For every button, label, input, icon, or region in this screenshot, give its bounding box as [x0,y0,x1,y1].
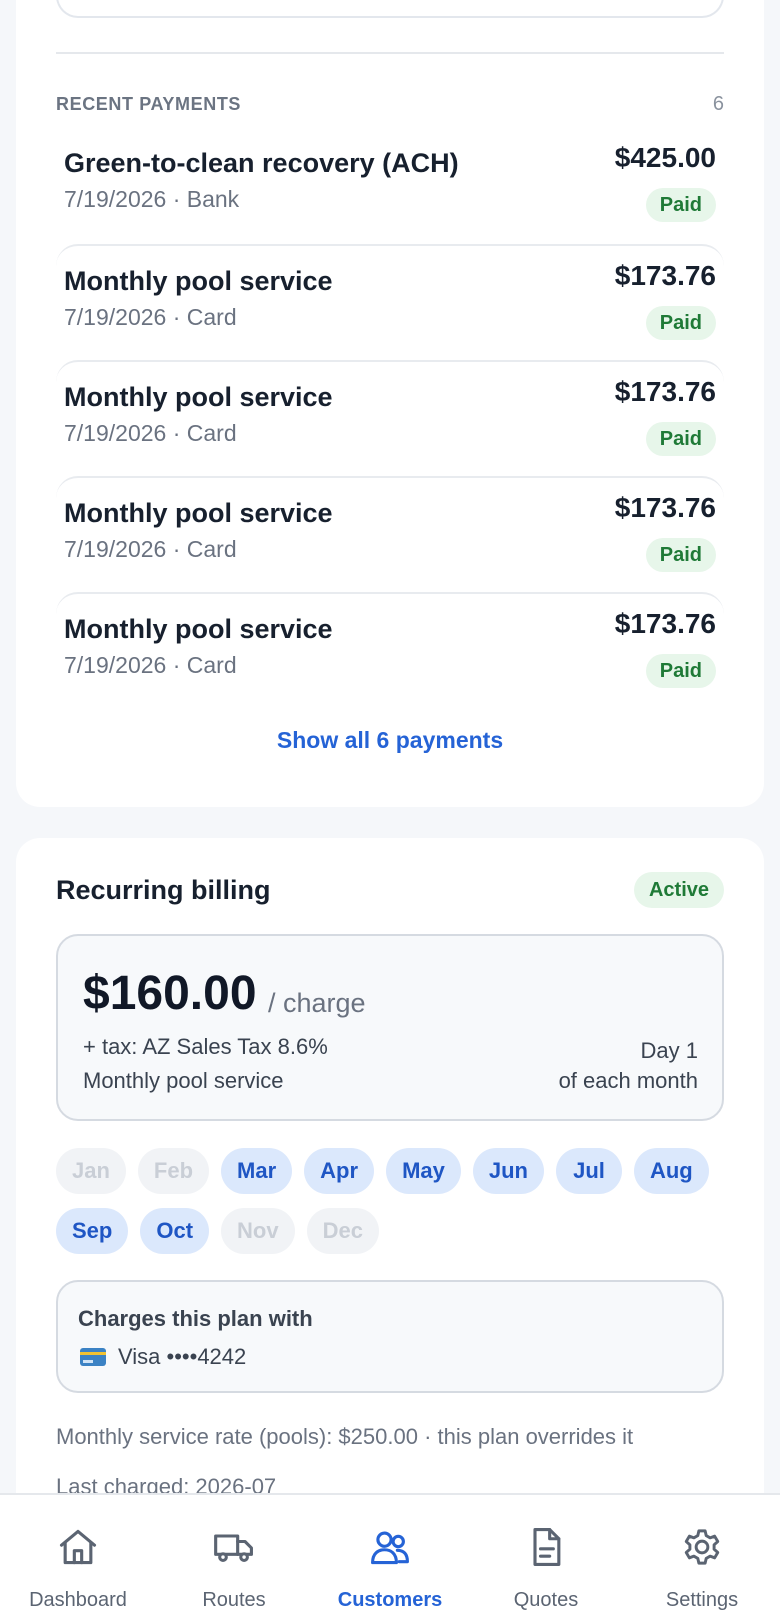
month-chip-jan[interactable]: Jan [56,1148,126,1194]
payment-status-badge: Paid [645,654,716,688]
plan-price: $160.00 [83,967,257,1020]
plan-tax: + tax: AZ Sales Tax 8.6% [83,1034,328,1059]
document-icon [533,1528,561,1566]
payment-row[interactable]: Monthly pool service 7/19/2026 · Card $1… [56,592,724,710]
payment-amount: $173.76 [614,608,716,639]
credit-card-icon [80,1348,106,1366]
recent-payments-count: 6 [712,93,724,115]
month-chip-feb[interactable]: Feb [137,1148,210,1194]
nav-item-customers[interactable]: Customers [312,1495,468,1624]
bottom-nav: Dashboard Routes Customers Quotes Settin… [0,1493,780,1624]
payment-row[interactable]: Monthly pool service 7/19/2026 · Card $1… [56,360,724,478]
payment-status-badge: Paid [645,422,716,456]
payment-meta: 7/19/2026 · Card [64,304,237,330]
month-chip-may[interactable]: May [386,1148,461,1194]
payment-meta: 7/19/2026 · Bank [64,186,240,212]
show-all-payments-link[interactable]: Show all 6 payments [16,727,764,754]
users-icon [371,1531,409,1565]
payment-status-badge: Paid [645,538,716,572]
plan-charge-day-suffix: of each month [558,1068,698,1093]
payment-method-box[interactable]: Charges this plan with Visa ••••4242 [56,1280,724,1393]
nav-label-customers: Customers [337,1589,443,1611]
payment-title: Green-to-clean recovery (ACH) [64,148,459,178]
plan-description: Monthly pool service [83,1068,284,1093]
month-chip-nov[interactable]: Nov [221,1208,295,1254]
month-chip-aug[interactable]: Aug [633,1148,709,1194]
payment-amount: $425.00 [614,142,716,173]
payment-method-label: Charges this plan with [78,1306,313,1331]
billing-status-badge: Active [633,872,724,908]
service-rate-note: Monthly service rate (pools): $250.00 · … [56,1424,634,1449]
month-chip-jul[interactable]: Jul [555,1148,622,1194]
payments-card: RECENT PAYMENTS 6 Green-to-clean recover… [16,0,764,807]
nav-label-routes: Routes [202,1589,266,1611]
payment-row[interactable]: Monthly pool service 7/19/2026 · Card $1… [56,244,724,362]
month-chip-apr[interactable]: Apr [304,1148,375,1194]
plan-summary: $160.00 / charge + tax: AZ Sales Tax 8.6… [56,934,724,1121]
billing-title: Recurring billing [56,874,271,905]
payment-status-badge: Paid [645,306,716,340]
month-chip-mar[interactable]: Mar [221,1148,293,1194]
recurring-billing-card: Recurring billing Active $160.00 / charg… [16,838,764,1493]
truck-icon [214,1534,253,1562]
last-charged-note: Last charged: 2026-07 [56,1474,277,1493]
payments-list: Green-to-clean recovery (ACH) 7/19/2026 … [56,130,724,710]
payment-status-badge: Paid [645,188,716,222]
nav-label-quotes: Quotes [513,1589,579,1611]
payment-meta: 7/19/2026 · Card [64,536,237,562]
payment-row[interactable]: Monthly pool service 7/19/2026 · Card $1… [56,476,724,594]
month-chip-jun[interactable]: Jun [472,1148,544,1194]
scroll-viewport[interactable]: RECENT PAYMENTS 6 Green-to-clean recover… [0,0,780,1493]
section-divider [56,52,724,54]
home-icon [59,1529,97,1565]
plan-price-unit: / charge [268,988,366,1018]
month-chip-oct[interactable]: Oct [140,1208,210,1254]
nav-label-dashboard: Dashboard [29,1589,127,1611]
plan-charge-day: Day 1 [640,1038,698,1063]
nav-item-routes[interactable]: Routes [156,1495,312,1624]
payment-title: Monthly pool service [64,382,333,412]
recent-payments-header: RECENT PAYMENTS 6 [56,93,724,116]
nav-item-dashboard[interactable]: Dashboard [0,1495,156,1624]
payment-amount: $173.76 [614,376,716,407]
payment-amount: $173.76 [614,260,716,291]
nav-item-quotes[interactable]: Quotes [468,1495,624,1624]
payment-title: Monthly pool service [64,266,333,296]
month-chip-dec[interactable]: Dec [306,1208,379,1254]
payment-row[interactable]: Green-to-clean recovery (ACH) 7/19/2026 … [56,128,724,246]
payment-title: Monthly pool service [64,614,333,644]
payment-method: Visa ••••4242 [80,1344,246,1370]
nav-item-settings[interactable]: Settings [624,1495,780,1624]
payment-amount: $173.76 [614,492,716,523]
month-chip-sep[interactable]: Sep [56,1208,129,1254]
billing-months: Jan Feb Mar Apr May Jun Jul Aug Sep Oct … [56,1148,736,1254]
previous-section-box [56,0,724,18]
nav-label-settings: Settings [665,1589,739,1611]
gear-icon [684,1529,720,1565]
recent-payments-title: RECENT PAYMENTS [56,94,242,114]
payment-meta: 7/19/2026 · Card [64,420,237,446]
card-label: Visa ••••4242 [118,1344,247,1369]
payment-title: Monthly pool service [64,498,333,528]
billing-header: Recurring billing Active [56,872,724,908]
payment-meta: 7/19/2026 · Card [64,652,237,678]
